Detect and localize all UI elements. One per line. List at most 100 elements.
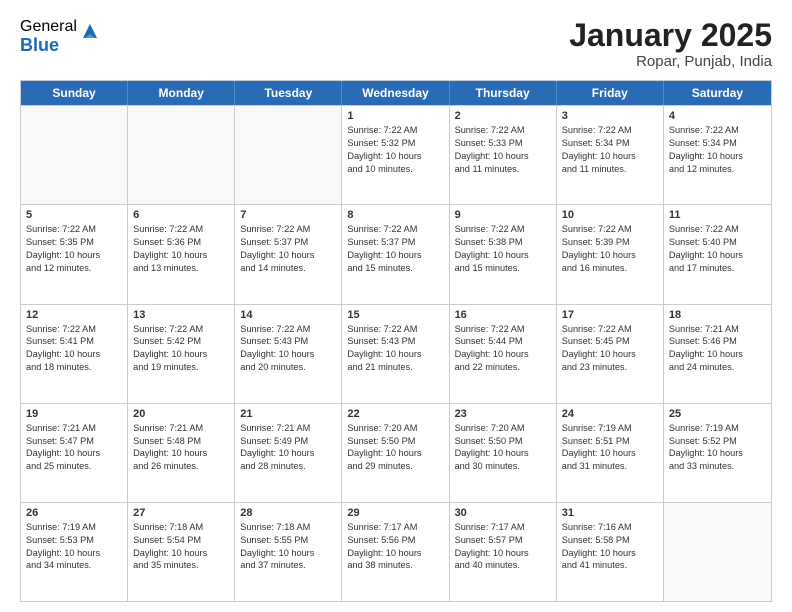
cell-line: Sunset: 5:57 PM bbox=[455, 534, 551, 547]
cell-line: Daylight: 10 hours bbox=[347, 447, 443, 460]
day-number: 26 bbox=[26, 507, 122, 519]
calendar-week-2: 5Sunrise: 7:22 AMSunset: 5:35 PMDaylight… bbox=[21, 204, 771, 303]
cell-line: Sunrise: 7:22 AM bbox=[347, 223, 443, 236]
cell-line: and 22 minutes. bbox=[455, 361, 551, 374]
day-number: 17 bbox=[562, 309, 658, 321]
day-number: 1 bbox=[347, 110, 443, 122]
title-block: January 2025 Ropar, Punjab, India bbox=[569, 18, 772, 70]
cell-line: Sunrise: 7:22 AM bbox=[240, 323, 336, 336]
day-cell-26: 26Sunrise: 7:19 AMSunset: 5:53 PMDayligh… bbox=[21, 503, 128, 601]
day-number: 10 bbox=[562, 209, 658, 221]
cell-line: Sunset: 5:39 PM bbox=[562, 236, 658, 249]
day-cell-3: 3Sunrise: 7:22 AMSunset: 5:34 PMDaylight… bbox=[557, 106, 664, 204]
cell-line: Sunset: 5:48 PM bbox=[133, 435, 229, 448]
cell-line: Sunrise: 7:17 AM bbox=[347, 521, 443, 534]
day-number: 28 bbox=[240, 507, 336, 519]
cell-line: Daylight: 10 hours bbox=[26, 447, 122, 460]
cell-line: and 18 minutes. bbox=[26, 361, 122, 374]
cell-line: Sunset: 5:44 PM bbox=[455, 335, 551, 348]
day-number: 19 bbox=[26, 408, 122, 420]
day-number: 7 bbox=[240, 209, 336, 221]
calendar-body: 1Sunrise: 7:22 AMSunset: 5:32 PMDaylight… bbox=[21, 105, 771, 601]
cell-line: and 24 minutes. bbox=[669, 361, 766, 374]
cell-line: Sunrise: 7:20 AM bbox=[455, 422, 551, 435]
cell-line: and 20 minutes. bbox=[240, 361, 336, 374]
calendar-title: January 2025 bbox=[569, 18, 772, 53]
cell-line: and 35 minutes. bbox=[133, 559, 229, 572]
day-number: 5 bbox=[26, 209, 122, 221]
cell-line: and 11 minutes. bbox=[455, 163, 551, 176]
cell-line: Sunrise: 7:22 AM bbox=[347, 124, 443, 137]
cell-line: Sunset: 5:50 PM bbox=[455, 435, 551, 448]
cell-line: Daylight: 10 hours bbox=[240, 249, 336, 262]
day-cell-11: 11Sunrise: 7:22 AMSunset: 5:40 PMDayligh… bbox=[664, 205, 771, 303]
day-number: 2 bbox=[455, 110, 551, 122]
day-cell-4: 4Sunrise: 7:22 AMSunset: 5:34 PMDaylight… bbox=[664, 106, 771, 204]
cell-line: and 11 minutes. bbox=[562, 163, 658, 176]
cell-line: and 29 minutes. bbox=[347, 460, 443, 473]
cell-line: and 15 minutes. bbox=[347, 262, 443, 275]
day-number: 14 bbox=[240, 309, 336, 321]
cell-line: Sunrise: 7:19 AM bbox=[669, 422, 766, 435]
cell-line: and 40 minutes. bbox=[455, 559, 551, 572]
day-cell-7: 7Sunrise: 7:22 AMSunset: 5:37 PMDaylight… bbox=[235, 205, 342, 303]
day-number: 24 bbox=[562, 408, 658, 420]
cell-line: Daylight: 10 hours bbox=[669, 249, 766, 262]
cell-line: and 14 minutes. bbox=[240, 262, 336, 275]
calendar-subtitle: Ropar, Punjab, India bbox=[569, 53, 772, 70]
day-number: 27 bbox=[133, 507, 229, 519]
cell-line: Daylight: 10 hours bbox=[562, 348, 658, 361]
cell-line: Sunrise: 7:18 AM bbox=[240, 521, 336, 534]
cell-line: and 33 minutes. bbox=[669, 460, 766, 473]
day-number: 13 bbox=[133, 309, 229, 321]
day-number: 6 bbox=[133, 209, 229, 221]
day-cell-12: 12Sunrise: 7:22 AMSunset: 5:41 PMDayligh… bbox=[21, 305, 128, 403]
cell-line: Sunrise: 7:22 AM bbox=[26, 323, 122, 336]
day-number: 22 bbox=[347, 408, 443, 420]
cell-line: Sunset: 5:36 PM bbox=[133, 236, 229, 249]
cell-line: and 12 minutes. bbox=[669, 163, 766, 176]
cell-line: Sunset: 5:53 PM bbox=[26, 534, 122, 547]
cell-line: Sunset: 5:58 PM bbox=[562, 534, 658, 547]
day-cell-31: 31Sunrise: 7:16 AMSunset: 5:58 PMDayligh… bbox=[557, 503, 664, 601]
day-cell-17: 17Sunrise: 7:22 AMSunset: 5:45 PMDayligh… bbox=[557, 305, 664, 403]
logo-blue: Blue bbox=[20, 36, 77, 56]
cell-line: Daylight: 10 hours bbox=[455, 447, 551, 460]
cell-line: Sunrise: 7:22 AM bbox=[669, 223, 766, 236]
cell-line: Daylight: 10 hours bbox=[562, 150, 658, 163]
day-cell-8: 8Sunrise: 7:22 AMSunset: 5:37 PMDaylight… bbox=[342, 205, 449, 303]
cell-line: Sunrise: 7:22 AM bbox=[455, 223, 551, 236]
logo-icon bbox=[79, 20, 101, 42]
cell-line: Daylight: 10 hours bbox=[669, 348, 766, 361]
cell-line: Daylight: 10 hours bbox=[347, 150, 443, 163]
day-cell-25: 25Sunrise: 7:19 AMSunset: 5:52 PMDayligh… bbox=[664, 404, 771, 502]
day-cell-10: 10Sunrise: 7:22 AMSunset: 5:39 PMDayligh… bbox=[557, 205, 664, 303]
cell-line: Sunset: 5:54 PM bbox=[133, 534, 229, 547]
cell-line: Daylight: 10 hours bbox=[133, 447, 229, 460]
cell-line: Daylight: 10 hours bbox=[347, 547, 443, 560]
cell-line: Sunset: 5:43 PM bbox=[240, 335, 336, 348]
cell-line: and 31 minutes. bbox=[562, 460, 658, 473]
cell-line: and 28 minutes. bbox=[240, 460, 336, 473]
cell-line: Daylight: 10 hours bbox=[133, 547, 229, 560]
day-number: 11 bbox=[669, 209, 766, 221]
day-cell-1: 1Sunrise: 7:22 AMSunset: 5:32 PMDaylight… bbox=[342, 106, 449, 204]
cell-line: and 37 minutes. bbox=[240, 559, 336, 572]
cell-line: Sunset: 5:35 PM bbox=[26, 236, 122, 249]
cell-line: Sunrise: 7:21 AM bbox=[240, 422, 336, 435]
cell-line: Sunset: 5:34 PM bbox=[562, 137, 658, 150]
day-cell-20: 20Sunrise: 7:21 AMSunset: 5:48 PMDayligh… bbox=[128, 404, 235, 502]
cell-line: Daylight: 10 hours bbox=[455, 249, 551, 262]
day-cell-5: 5Sunrise: 7:22 AMSunset: 5:35 PMDaylight… bbox=[21, 205, 128, 303]
day-number: 4 bbox=[669, 110, 766, 122]
cell-line: Daylight: 10 hours bbox=[347, 348, 443, 361]
day-cell-30: 30Sunrise: 7:17 AMSunset: 5:57 PMDayligh… bbox=[450, 503, 557, 601]
cell-line: and 21 minutes. bbox=[347, 361, 443, 374]
cell-line: and 17 minutes. bbox=[669, 262, 766, 275]
cell-line: Sunrise: 7:22 AM bbox=[26, 223, 122, 236]
calendar-week-4: 19Sunrise: 7:21 AMSunset: 5:47 PMDayligh… bbox=[21, 403, 771, 502]
cell-line: Daylight: 10 hours bbox=[455, 150, 551, 163]
day-cell-14: 14Sunrise: 7:22 AMSunset: 5:43 PMDayligh… bbox=[235, 305, 342, 403]
cell-line: Sunrise: 7:22 AM bbox=[240, 223, 336, 236]
cell-line: and 41 minutes. bbox=[562, 559, 658, 572]
